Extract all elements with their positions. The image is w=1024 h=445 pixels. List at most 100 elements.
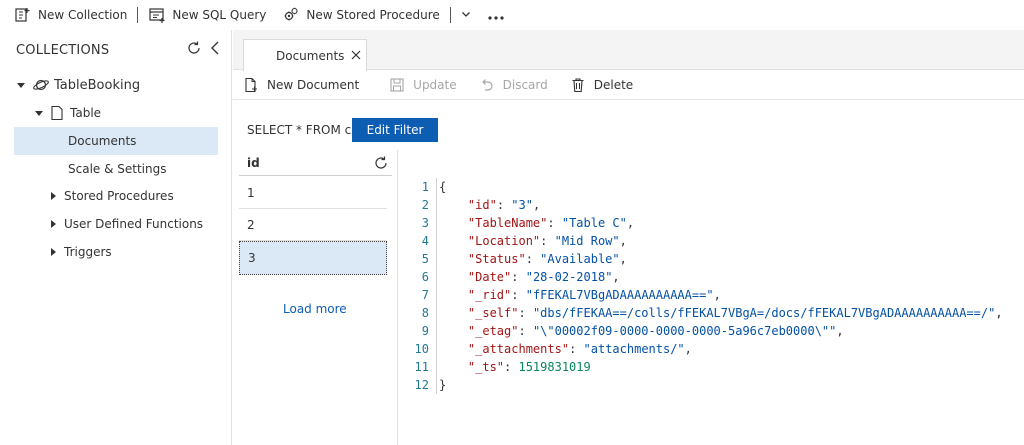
table-row[interactable]: 2 xyxy=(239,209,387,241)
json-string: "\"00002f09-0000-0000-0000-5a96c7eb0000\… xyxy=(532,324,837,338)
code-content: "Date": "28-02-2018", xyxy=(467,270,620,284)
caret-right-icon xyxy=(48,219,58,229)
code-line: 1{ xyxy=(399,178,1019,196)
new-sql-query-icon xyxy=(148,6,166,24)
refresh-icon[interactable] xyxy=(373,155,389,171)
line-number: 12 xyxy=(414,378,429,392)
new-sql-query-label: New SQL Query xyxy=(172,8,267,22)
delete-label: Delete xyxy=(593,77,634,92)
code-content: "id": "3", xyxy=(467,198,541,212)
code-line: 11 "_ts": 1519831019 xyxy=(399,358,1019,376)
sidebar-item-label: Triggers xyxy=(64,245,112,259)
new-collection-button[interactable]: New Collection xyxy=(0,0,133,30)
code-line: 10 "_attachments": "attachments/", xyxy=(399,340,1019,358)
filter-bar: SELECT * FROM c Edit Filter xyxy=(233,118,438,142)
code-content: "Location": "Mid Row", xyxy=(467,234,627,248)
refresh-icon[interactable] xyxy=(186,40,202,56)
line-number: 10 xyxy=(414,342,429,356)
json-string: "3" xyxy=(511,198,533,212)
line-number: 4 xyxy=(421,234,429,248)
collections-sidebar: COLLECTIONS TableBooking Table Documents… xyxy=(0,30,232,445)
load-more-link[interactable]: Load more xyxy=(283,302,347,316)
delete-button[interactable]: Delete xyxy=(564,70,643,100)
database-icon xyxy=(32,77,50,93)
code-content: "Status": "Available", xyxy=(467,252,627,266)
line-number: 9 xyxy=(421,324,429,338)
row-id: 1 xyxy=(247,185,255,200)
update-label: Update xyxy=(413,77,457,92)
new-document-label: New Document xyxy=(267,77,360,92)
json-string: "fFEKAL7VBgADAAAAAAAAAA==" xyxy=(525,288,714,302)
json-string: "28-02-2018" xyxy=(525,270,613,284)
main-panel: Documents New Document Update Discard De… xyxy=(233,30,1024,445)
json-editor[interactable]: 1{2 "id": "3", 3 "TableName": "Table C", 4… xyxy=(399,178,1024,418)
json-key: "TableName" xyxy=(467,216,548,230)
code-content: } xyxy=(439,376,446,394)
code-content: { xyxy=(439,178,446,196)
sidebar-item-scale-settings[interactable]: Scale & Settings xyxy=(14,155,218,183)
line-number: 6 xyxy=(421,270,429,284)
separator xyxy=(449,7,451,23)
line-number: 2 xyxy=(421,198,429,212)
json-string: "dbs/fFEKAA==/colls/fFEKAL7VBgA=/docs/fF… xyxy=(532,306,996,320)
id-column-header: id xyxy=(247,155,260,170)
sidebar-item-stored-procedures[interactable]: Stored Procedures xyxy=(48,182,218,210)
tree-collection-table[interactable]: Table xyxy=(34,99,214,127)
command-bar: New Collection New SQL Query New Stored … xyxy=(0,0,1024,30)
collapse-sidebar-icon[interactable] xyxy=(208,39,222,57)
database-label: TableBooking xyxy=(54,77,141,93)
new-stored-procedure-button[interactable]: New Stored Procedure xyxy=(272,0,445,30)
more-options-icon[interactable] xyxy=(477,6,513,25)
collection-label: Table xyxy=(70,106,102,120)
json-key: "_rid" xyxy=(467,288,512,302)
code-line: 3 "TableName": "Table C", xyxy=(399,214,1019,232)
chevron-down-icon[interactable] xyxy=(455,8,477,22)
line-number: 1 xyxy=(421,180,429,194)
tree-database-tablebooking[interactable]: TableBooking xyxy=(16,71,216,99)
tab-label: Documents xyxy=(276,48,345,63)
sidebar-item-triggers[interactable]: Triggers xyxy=(48,238,218,266)
code-content: "TableName": "Table C", xyxy=(467,216,635,230)
new-sql-query-button[interactable]: New SQL Query xyxy=(142,0,272,30)
json-key: "_attachments" xyxy=(467,342,570,356)
code-line: 5 "Status": "Available", xyxy=(399,250,1019,268)
discard-label: Discard xyxy=(502,77,548,92)
sidebar-item-user-defined-functions[interactable]: User Defined Functions xyxy=(48,210,218,238)
update-button[interactable]: Update xyxy=(383,70,466,100)
sidebar-item-label: Stored Procedures xyxy=(64,189,174,203)
gears-icon xyxy=(282,6,300,24)
json-key: "Date" xyxy=(467,270,512,284)
caret-right-icon xyxy=(48,191,58,201)
sidebar-title: COLLECTIONS xyxy=(16,42,110,58)
code-line: 4 "Location": "Mid Row", xyxy=(399,232,1019,250)
new-document-icon xyxy=(243,77,259,93)
save-icon xyxy=(389,77,405,93)
line-number: 7 xyxy=(421,288,429,302)
tab-documents[interactable]: Documents xyxy=(243,39,367,71)
discard-button[interactable]: Discard xyxy=(473,70,558,100)
table-row-selected[interactable]: 3 xyxy=(239,241,387,275)
row-id: 2 xyxy=(247,217,255,232)
caret-right-icon xyxy=(48,247,58,257)
new-document-button[interactable]: New Document xyxy=(237,70,369,100)
new-collection-icon xyxy=(14,6,32,24)
table-row[interactable]: 1 xyxy=(239,177,387,209)
json-key: "_self" xyxy=(467,306,519,320)
line-number: 11 xyxy=(414,360,429,374)
sidebar-header: COLLECTIONS xyxy=(0,30,231,70)
code-content: "_self": "dbs/fFEKAA==/colls/fFEKAL7VBgA… xyxy=(467,306,1003,320)
json-string: "Table C" xyxy=(561,216,627,230)
undo-icon xyxy=(479,77,495,93)
json-key: "_ts" xyxy=(467,360,505,374)
code-line: 7 "_rid": "fFEKAL7VBgADAAAAAAAAAA==", xyxy=(399,286,1019,304)
collection-icon xyxy=(50,105,64,121)
separator xyxy=(137,7,139,23)
sidebar-item-documents[interactable]: Documents xyxy=(14,127,218,155)
caret-down-icon xyxy=(16,80,26,90)
code-line: 6 "Date": "28-02-2018", xyxy=(399,268,1019,286)
row-id: 3 xyxy=(248,251,256,265)
json-brace: { xyxy=(439,180,447,194)
close-icon[interactable] xyxy=(350,49,362,61)
edit-filter-button[interactable]: Edit Filter xyxy=(352,118,438,142)
new-stored-procedure-label: New Stored Procedure xyxy=(306,8,440,22)
